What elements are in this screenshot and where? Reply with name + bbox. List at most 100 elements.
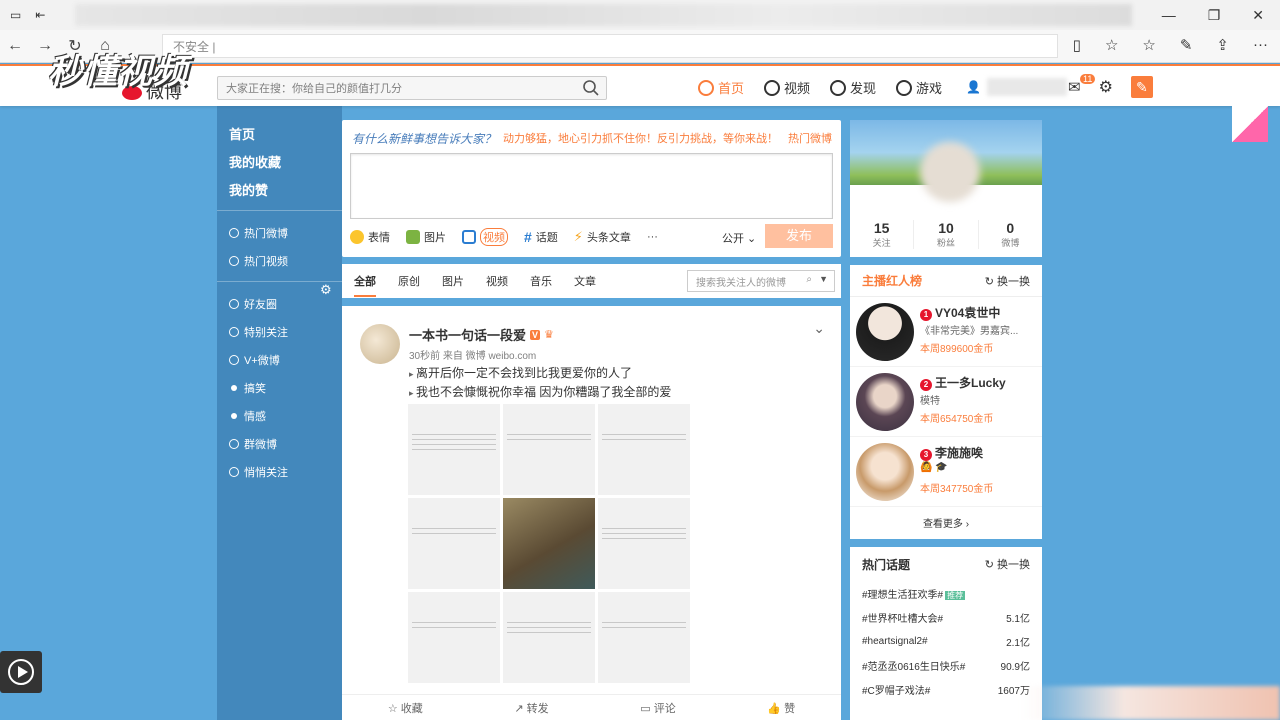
favorite-action[interactable]: ☆ 收藏 (388, 700, 423, 716)
chevron-down-icon[interactable]: ▼ (819, 274, 828, 284)
avatar[interactable] (856, 443, 914, 501)
search-icon[interactable] (582, 79, 600, 97)
grid-image[interactable] (408, 498, 500, 589)
back-arrow-icon[interactable]: ← (0, 37, 30, 55)
reading-view-icon[interactable]: ▯ (1073, 36, 1081, 54)
visibility-dropdown[interactable]: 公开 ⌄ (722, 230, 756, 246)
hot-weibo-link[interactable]: 热门微博 (788, 133, 832, 145)
search-input[interactable]: 大家正在搜：你给自己的颜值打几分 (217, 76, 607, 100)
left-nav-vplus[interactable]: V+微博 (217, 346, 342, 374)
favorite-star-icon[interactable]: ☆ (1105, 36, 1118, 54)
tab-strip[interactable] (75, 4, 1132, 26)
close-button[interactable]: ✕ (1252, 7, 1264, 24)
feed-search-input[interactable]: 搜索我关注人的微博 ⌕ ▼ (687, 270, 835, 292)
left-nav-secret[interactable]: 悄悄关注 (217, 458, 342, 486)
avatar[interactable] (856, 373, 914, 431)
grid-image[interactable] (408, 404, 500, 495)
left-nav-group[interactable]: 群微博 (217, 430, 342, 458)
minimize-button[interactable]: — (1162, 7, 1176, 24)
more-tools-button[interactable]: ··· (647, 231, 658, 243)
nav-games[interactable]: 游戏 (896, 78, 942, 97)
pen-icon[interactable]: ✎ (1180, 36, 1193, 54)
more-icon[interactable]: ··· (1253, 36, 1268, 54)
tab-articles[interactable]: 文章 (574, 273, 596, 289)
image-button[interactable]: 图片 (406, 229, 446, 245)
video-watermark: 秒懂视频 (48, 53, 188, 91)
stat-posts[interactable]: 0 微博 (979, 220, 1042, 249)
avatar[interactable] (360, 324, 400, 364)
post-textarea[interactable] (350, 153, 833, 219)
left-nav-funny[interactable]: 搞笑 (217, 374, 342, 402)
tab-music[interactable]: 音乐 (530, 273, 552, 289)
chevron-down-icon[interactable]: ⌄ (813, 320, 825, 337)
left-nav-emotion[interactable]: 情感 (217, 402, 342, 430)
user-menu[interactable]: 👤 (966, 78, 1067, 96)
topics-title: 热门话题 (862, 557, 911, 572)
comment-action[interactable]: ▭ 评论 (640, 700, 675, 716)
grid-image[interactable] (503, 404, 595, 495)
video-button[interactable]: 视频 (462, 228, 508, 246)
publisher-slogan: 有什么新鲜事想告诉大家？ (352, 132, 497, 146)
topic-item[interactable]: #范丞丞0616生日快乐# 90.9亿 (850, 653, 1042, 677)
refresh-button[interactable]: ↻ 换一换 (985, 273, 1030, 289)
article-button[interactable]: ⚡ 头条文章 (574, 229, 631, 245)
avatar[interactable] (920, 142, 980, 202)
favorites-list-icon[interactable]: ☆ (1142, 36, 1155, 54)
left-nav-special[interactable]: 特别关注 (217, 318, 342, 346)
search-icon[interactable]: ⌕ (806, 274, 812, 285)
stat-followers[interactable]: 10 粉丝 (914, 220, 979, 249)
post-meta: 30秒前 来自 微博 weibo.com (409, 351, 537, 362)
stat-following[interactable]: 15 关注 (850, 220, 915, 249)
topic-item[interactable]: #理想生活狂欢季# 推荐 (850, 581, 1042, 605)
topic-item[interactable]: #heartsignal2# 2.1亿 (850, 629, 1042, 653)
maximize-button[interactable]: ❐ (1208, 7, 1221, 24)
rank-item[interactable]: 2 王一多Lucky 模特 本周654750金币 (850, 367, 1042, 437)
refresh-button[interactable]: ↻ 换一换 (985, 556, 1030, 572)
tab-original[interactable]: 原创 (398, 273, 420, 289)
left-nav-favorites[interactable]: 我的收藏 (217, 148, 342, 176)
settings-gear-icon[interactable]: ⚙ (320, 282, 332, 298)
grid-image[interactable] (598, 404, 690, 495)
rank-item[interactable]: 3 李施施唉 🙆 🎓 本周347750金币 (850, 437, 1042, 507)
grid-image[interactable] (503, 592, 595, 683)
left-nav-hot-weibo[interactable]: 热门微博 (217, 219, 342, 247)
publish-button[interactable]: 发布 (765, 224, 833, 248)
grid-image[interactable] (598, 592, 690, 683)
nav-home[interactable]: 首页 (698, 78, 744, 97)
grid-photo[interactable] (503, 498, 595, 589)
left-nav-hot-video[interactable]: 热门视频 (217, 247, 342, 275)
emoji-button[interactable]: 表情 (350, 229, 390, 245)
grid-image[interactable] (408, 592, 500, 683)
see-more-link[interactable]: 查看更多 › (850, 507, 1042, 530)
rank-item[interactable]: 1 VY04袁世中 《非常完美》男嘉宾... 本周899600金币 (850, 297, 1042, 367)
refresh-label: 换一换 (997, 559, 1030, 571)
back-tabs-icon[interactable]: ⇤ (35, 8, 45, 22)
nav-discover[interactable]: 发现 (830, 78, 876, 97)
secret-icon (229, 467, 239, 477)
topic-item[interactable]: #世界杯吐槽大会# 5.1亿 (850, 605, 1042, 629)
address-bar[interactable]: 不安全 | (162, 34, 1058, 58)
repost-action[interactable]: ↗ 转发 (514, 700, 548, 716)
like-action[interactable]: 👍 赞 (767, 700, 795, 716)
topic-button[interactable]: # 话题 (524, 229, 558, 245)
rank-name[interactable]: 李施施唉 (935, 446, 983, 460)
share-icon[interactable]: ⇪ (1216, 36, 1229, 54)
left-nav-likes[interactable]: 我的赞 (217, 176, 342, 204)
video-play-button[interactable] (0, 651, 42, 693)
author-name[interactable]: 一本书一句话一段爱 (409, 325, 526, 344)
nav-video[interactable]: 视频 (764, 78, 810, 97)
tab-all[interactable]: 全部 (354, 273, 376, 297)
hot-topic-link[interactable]: 动力够猛，地心引力抓不住你！反引力挑战，等你来战！ (503, 133, 778, 145)
rank-name[interactable]: VY04袁世中 (935, 306, 1000, 320)
gear-icon[interactable]: ⚙ (1099, 77, 1113, 97)
tab-videos[interactable]: 视频 (486, 273, 508, 289)
mail-icon[interactable]: ✉ 11 (1068, 74, 1096, 96)
grid-image[interactable] (598, 498, 690, 589)
avatar[interactable] (856, 303, 914, 361)
rank-name[interactable]: 王一多Lucky (935, 376, 1006, 390)
topic-item[interactable]: #C罗帽子戏法# 1607万 (850, 677, 1042, 701)
tab-list-icon[interactable]: ▭ (10, 8, 21, 22)
compose-icon[interactable]: ✎ (1130, 76, 1153, 98)
left-nav-home[interactable]: 首页 (217, 120, 342, 148)
tab-images[interactable]: 图片 (442, 273, 464, 289)
